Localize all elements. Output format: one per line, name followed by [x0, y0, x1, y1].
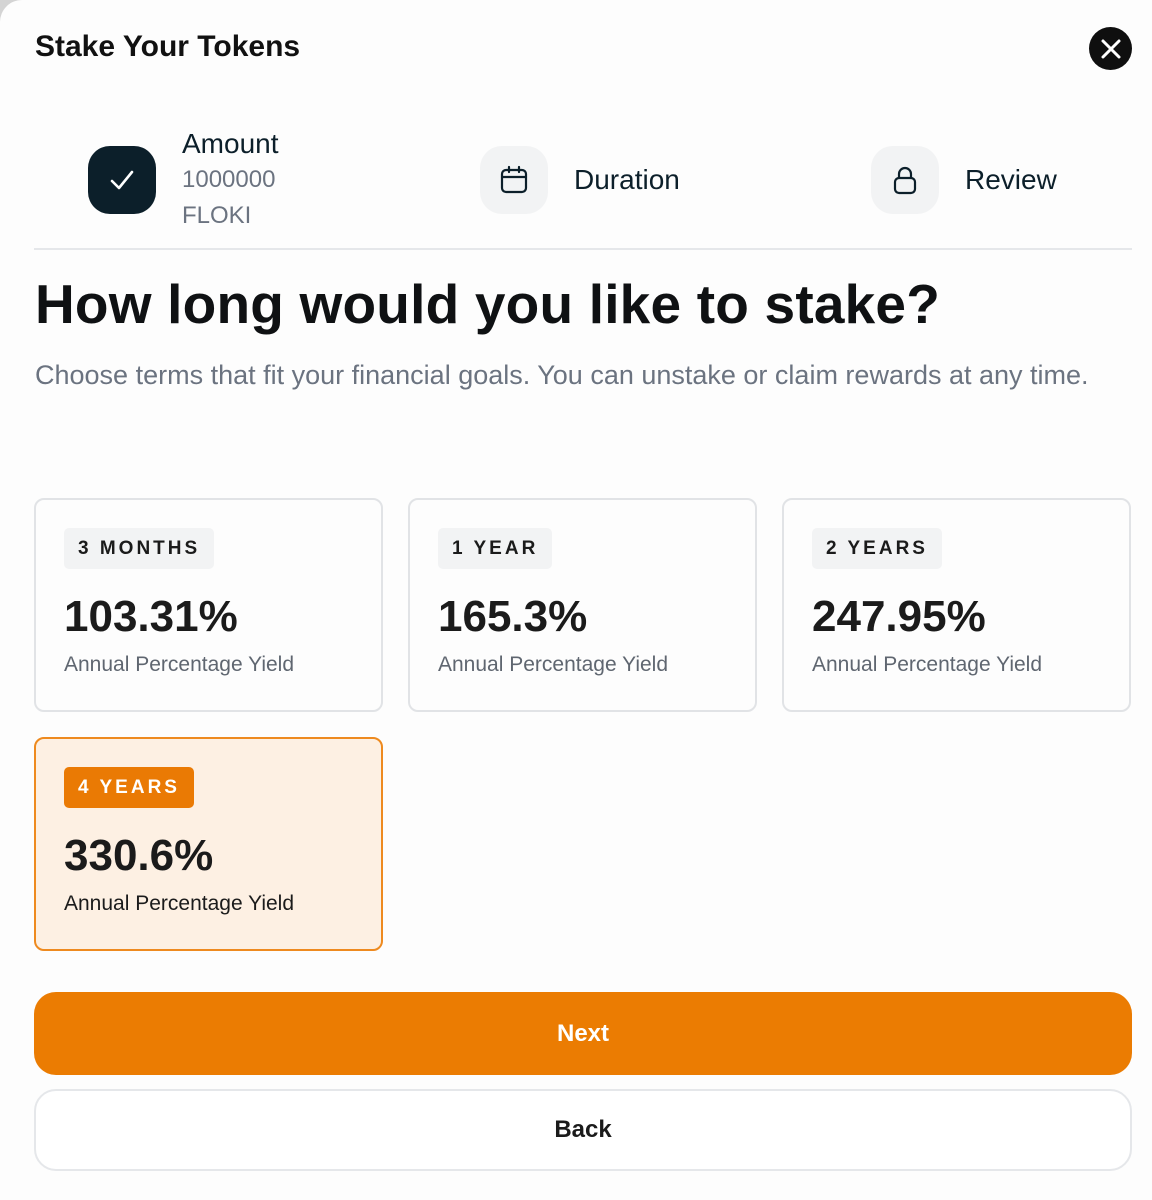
option-apy-label: Annual Percentage Yield — [438, 653, 669, 676]
step-amount-label: Amount — [182, 128, 279, 159]
step-amount[interactable]: Amount 1000000 FLOKI — [88, 126, 279, 234]
calendar-icon — [500, 165, 528, 194]
step-amount-icon-box — [88, 146, 156, 214]
step-amount-unit: FLOKI — [182, 202, 252, 229]
step-review[interactable]: Review — [871, 146, 1057, 214]
option-card-1-year[interactable]: 1 YEAR 165.3% Annual Percentage Yield — [408, 498, 757, 712]
option-apy-label: Annual Percentage Yield — [812, 653, 1043, 676]
option-term-badge: 1 YEAR — [438, 528, 553, 569]
close-icon — [1101, 39, 1120, 58]
option-apy: 103.31% — [64, 592, 238, 641]
next-button[interactable]: Next — [34, 992, 1132, 1075]
step-duration-icon-box — [480, 146, 548, 214]
step-amount-value: 1000000 — [182, 166, 276, 193]
option-apy: 165.3% — [438, 592, 588, 641]
modal-title: Stake Your Tokens — [35, 30, 301, 63]
option-term-badge: 3 MONTHS — [64, 528, 215, 569]
page-subheading: Choose terms that fit your financial goa… — [35, 360, 1089, 390]
page-heading: How long would you like to stake? — [35, 273, 940, 335]
option-apy-label: Annual Percentage Yield — [64, 653, 295, 676]
stake-modal: Stake Your Tokens Amount 1000000 FLOKI D… — [0, 0, 1152, 1200]
step-duration[interactable]: Duration — [480, 146, 680, 214]
option-term-badge: 2 YEARS — [812, 528, 942, 569]
back-button[interactable]: Back — [34, 1089, 1132, 1171]
option-card-3-months[interactable]: 3 MONTHS 103.31% Annual Percentage Yield — [34, 498, 383, 712]
option-term-badge: 4 YEARS — [64, 767, 194, 808]
step-review-label: Review — [965, 164, 1057, 195]
close-button[interactable] — [1089, 27, 1132, 70]
option-card-4-years[interactable]: 4 YEARS 330.6% Annual Percentage Yield — [34, 737, 383, 951]
option-apy: 330.6% — [64, 831, 214, 880]
step-review-icon-box — [871, 146, 939, 214]
check-icon — [110, 170, 134, 190]
option-card-2-years[interactable]: 2 YEARS 247.95% Annual Percentage Yield — [782, 498, 1131, 712]
step-duration-label: Duration — [574, 164, 680, 195]
option-apy-label: Annual Percentage Yield — [64, 892, 295, 915]
option-apy: 247.95% — [812, 592, 986, 641]
lock-icon — [893, 166, 917, 195]
divider — [34, 248, 1132, 250]
